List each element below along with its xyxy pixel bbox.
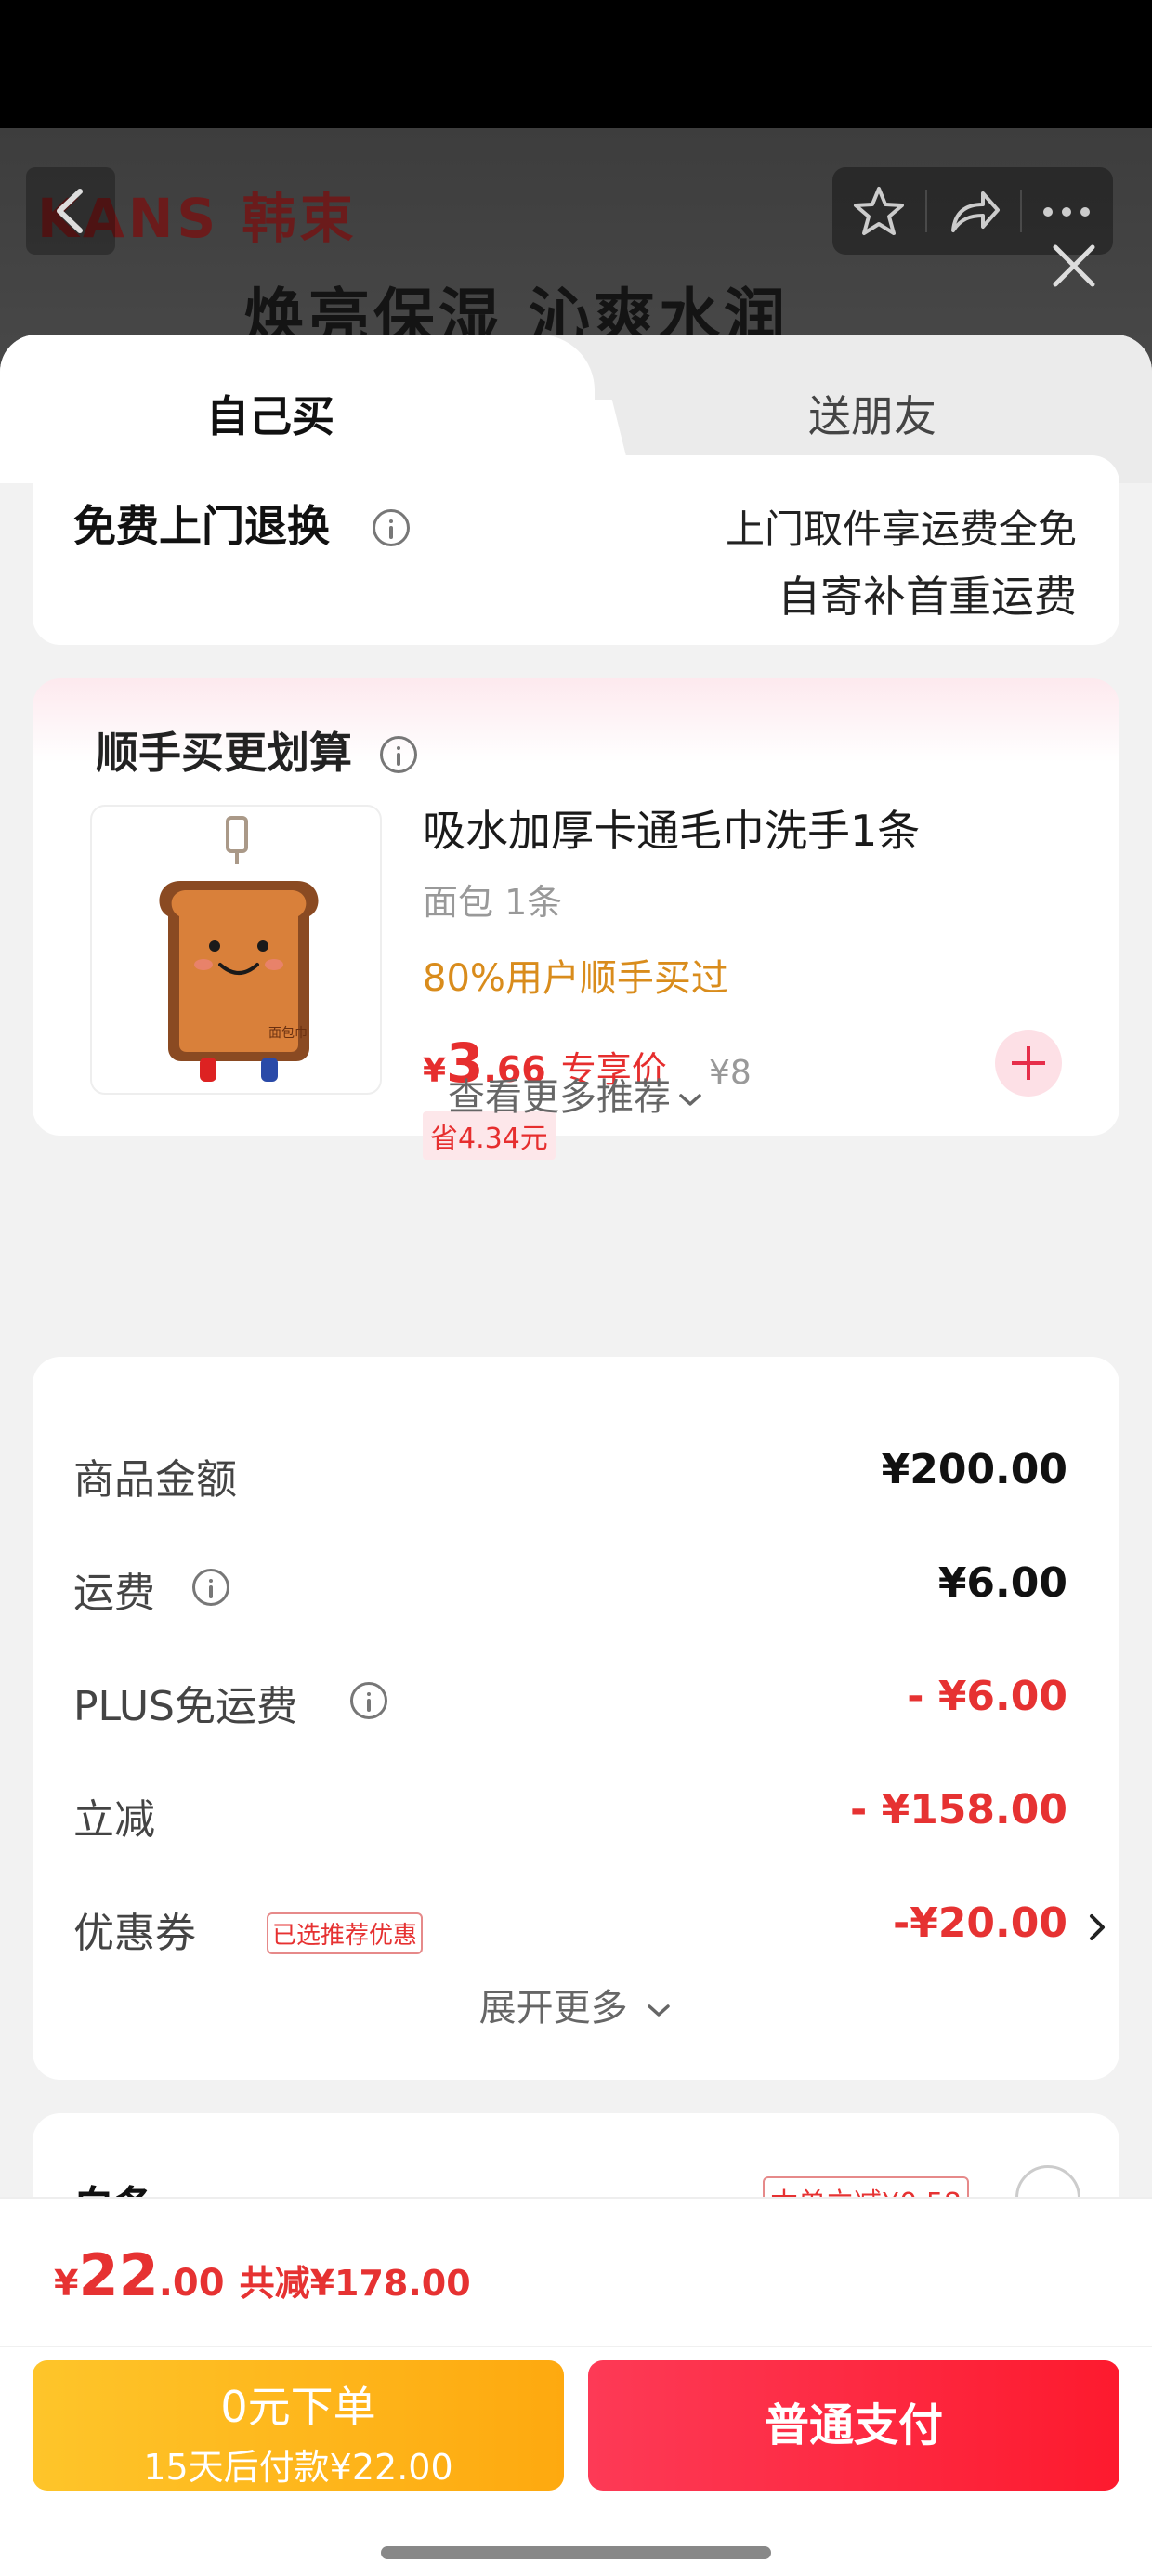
- row-label: 商品金额: [73, 1456, 237, 1504]
- return-line-self-send: 自寄补首重运费: [778, 572, 1077, 622]
- chevron-left-icon: [57, 189, 83, 233]
- row-coupon[interactable]: 优惠券 已选推荐优惠 -¥20.00: [73, 1886, 1105, 1961]
- row-label: 立减: [73, 1796, 155, 1844]
- close-icon[interactable]: [1044, 236, 1104, 296]
- total-savings: 共减¥178.00: [239, 2263, 471, 2304]
- social-proof: 80%用户顺手买过: [423, 957, 728, 1000]
- status-bar: [0, 0, 1152, 128]
- toast-towel-image: 面包巾: [159, 816, 319, 1082]
- tab-label: 送朋友: [808, 391, 936, 441]
- expand-more-label: 展开更多: [478, 1987, 628, 2030]
- row-label: PLUS免运费: [73, 1683, 297, 1730]
- pay-later-button[interactable]: 0元下单 15天后付款¥22.00: [33, 2360, 564, 2491]
- more-recommendations-link[interactable]: 查看更多推荐: [33, 1067, 1119, 1121]
- normal-pay-button[interactable]: 普通支付: [588, 2360, 1119, 2491]
- more-dots-icon[interactable]: [1039, 184, 1094, 240]
- upsell-title-text: 顺手买更划算: [96, 728, 352, 778]
- order-total: ¥22.00 共减¥178.00: [54, 2241, 471, 2309]
- more-recommendations-label: 查看更多推荐: [448, 1076, 671, 1119]
- share-icon[interactable]: [946, 184, 1001, 240]
- row-value: ¥6.00: [937, 1559, 1067, 1607]
- row-plus-free-shipping: PLUS免运费 - ¥6.00: [73, 1660, 1067, 1734]
- total-integer: 22: [78, 2241, 159, 2309]
- row-value: - ¥6.00: [907, 1673, 1067, 1720]
- chevron-right-icon: [1090, 1914, 1105, 1940]
- row-goods-amount: 商品金额 ¥200.00: [73, 1433, 1067, 1507]
- return-title-text: 免费上门退换: [73, 501, 330, 551]
- expand-more-link[interactable]: 展开更多: [33, 1978, 1119, 2031]
- return-service-title: 免费上门退换: [73, 493, 411, 554]
- info-icon[interactable]: [192, 1569, 229, 1606]
- row-label: 运费: [73, 1570, 155, 1617]
- row-value: ¥200.00: [881, 1446, 1067, 1493]
- checkout-bottom-bar: ¥22.00 共减¥178.00 0元下单 15天后付款¥22.00 普通支付: [0, 2197, 1152, 2576]
- divider: [925, 190, 927, 232]
- return-service-card: 免费上门退换 上门取件享运费全免 自寄补首重运费: [33, 455, 1119, 645]
- total-currency: ¥: [54, 2263, 79, 2304]
- divider: [1020, 190, 1022, 232]
- return-service-info: 上门取件享运费全免 自寄补首重运费: [387, 498, 1119, 622]
- row-value: - ¥158.00: [850, 1786, 1067, 1833]
- chevron-down-icon: [679, 1094, 701, 1106]
- return-line-pickup: 上门取件享运费全免: [725, 506, 1077, 552]
- row-shipping: 运费 ¥6.00: [73, 1546, 1067, 1621]
- row-instant-discount: 立减 - ¥158.00: [73, 1773, 1067, 1847]
- pay-later-sub-label: 15天后付款¥22.00: [143, 2447, 453, 2488]
- info-icon[interactable]: [380, 736, 418, 773]
- divider: [0, 2346, 1152, 2347]
- chevron-down-icon: [648, 2004, 671, 2017]
- product-spec: 面包 1条: [423, 882, 563, 923]
- price-summary-card: 商品金额 ¥200.00 运费 ¥6.00 PLUS免运费 - ¥6.00 立减…: [33, 1357, 1119, 2080]
- tab-label: 自己买: [206, 391, 334, 441]
- upsell-card: 顺手买更划算 面包巾 吸水加厚卡通毛巾洗手1条 面包 1条 80%用户顺手买过: [33, 678, 1119, 1160]
- home-indicator: [381, 2546, 771, 2559]
- row-label: 优惠券: [73, 1910, 196, 1957]
- back-button[interactable]: [26, 167, 115, 255]
- pay-later-main-label: 0元下单: [220, 2382, 376, 2432]
- coupon-selected-badge: 已选推荐优惠: [267, 1912, 424, 1954]
- image-label: 面包巾: [268, 1026, 308, 1041]
- tab-buy-for-self[interactable]: 自己买: [0, 335, 595, 483]
- star-icon[interactable]: [851, 184, 907, 240]
- upsell-title: 顺手买更划算: [96, 719, 418, 781]
- info-icon[interactable]: [350, 1682, 387, 1719]
- total-decimal: .00: [158, 2262, 225, 2305]
- row-value: -¥20.00: [892, 1899, 1067, 1947]
- product-name[interactable]: 吸水加厚卡通毛巾洗手1条: [423, 797, 920, 859]
- product-image[interactable]: 面包巾: [90, 805, 382, 1095]
